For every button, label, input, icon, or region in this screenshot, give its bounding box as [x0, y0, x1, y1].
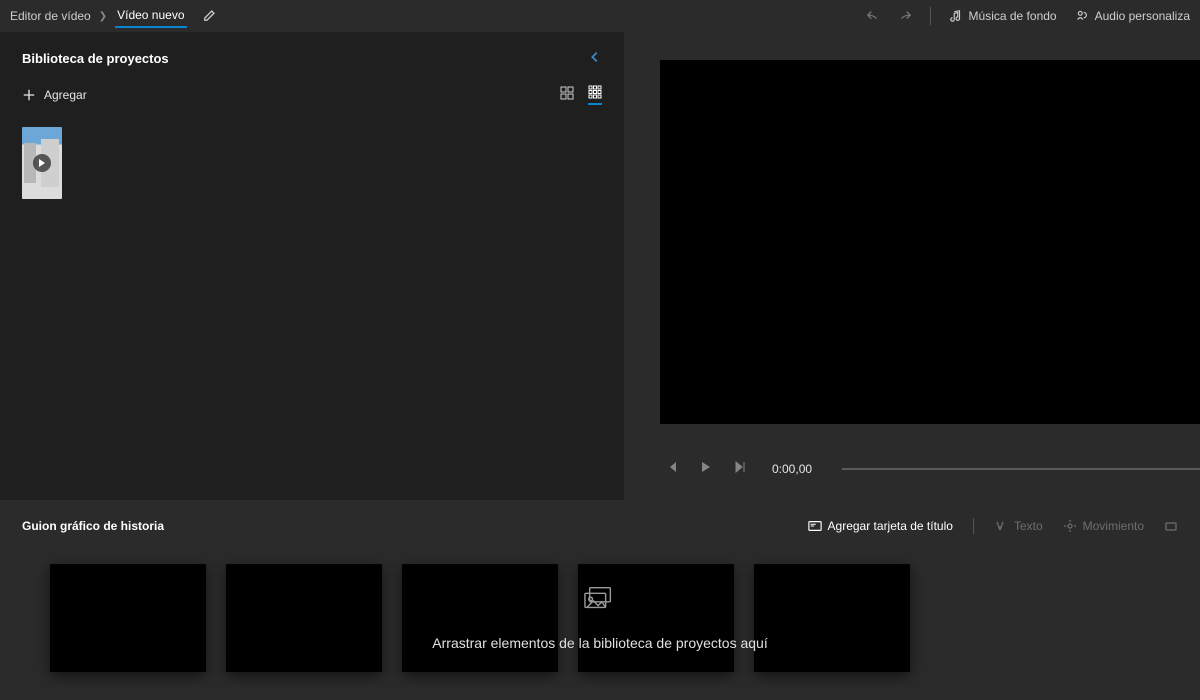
library-title: Biblioteca de proyectos: [22, 51, 169, 66]
storyboard-title: Guion gráfico de historia: [22, 519, 164, 533]
storyboard-strip[interactable]: Arrastrar elementos de la biblioteca de …: [22, 564, 1178, 672]
collapse-panel-button[interactable]: [588, 50, 602, 67]
add-media-button[interactable]: Agregar: [22, 88, 87, 102]
motion-tool-label: Movimiento: [1083, 519, 1144, 533]
play-button[interactable]: [700, 460, 712, 478]
separator: [930, 7, 931, 25]
preview-canvas[interactable]: [660, 60, 1200, 424]
text-tool-button[interactable]: Texto: [994, 519, 1043, 533]
topbar: Editor de vídeo ❯ Vídeo nuevo Música de …: [0, 0, 1200, 32]
seek-slider[interactable]: [842, 468, 1200, 470]
background-music-label: Música de fondo: [969, 9, 1057, 23]
preview-pane: 0:00,00: [624, 32, 1200, 500]
storyboard-panel: Guion gráfico de historia Agregar tarjet…: [0, 500, 1200, 700]
library-item[interactable]: [22, 127, 62, 199]
previous-frame-button[interactable]: [666, 460, 678, 478]
next-frame-button[interactable]: [734, 460, 746, 478]
custom-audio-label: Audio personaliza: [1095, 9, 1190, 23]
motion-tool-button[interactable]: Movimiento: [1063, 519, 1144, 533]
storyboard-slot[interactable]: [402, 564, 558, 672]
storyboard-slot[interactable]: [578, 564, 734, 672]
add-title-card-button[interactable]: Agregar tarjeta de título: [808, 519, 953, 533]
separator: [973, 518, 974, 534]
add-title-card-label: Agregar tarjeta de título: [828, 519, 953, 533]
view-small-grid-button[interactable]: [588, 85, 602, 105]
chevron-right-icon: ❯: [99, 11, 107, 22]
storyboard-slot[interactable]: [226, 564, 382, 672]
breadcrumb: Editor de vídeo ❯ Vídeo nuevo: [10, 4, 217, 28]
background-music-button[interactable]: Música de fondo: [949, 9, 1057, 23]
add-media-label: Agregar: [44, 88, 87, 102]
undo-button[interactable]: [866, 9, 880, 23]
pencil-icon[interactable]: [203, 8, 217, 25]
player-controls: 0:00,00: [660, 460, 1200, 478]
custom-audio-button[interactable]: Audio personaliza: [1075, 9, 1190, 23]
redo-button[interactable]: [898, 9, 912, 23]
breadcrumb-root[interactable]: Editor de vídeo: [10, 9, 91, 23]
project-library-panel: Biblioteca de proyectos Agregar: [0, 32, 624, 500]
play-overlay-icon: [33, 154, 51, 172]
storyboard-slot[interactable]: [754, 564, 910, 672]
text-tool-label: Texto: [1014, 519, 1043, 533]
breadcrumb-current[interactable]: Vídeo nuevo: [115, 4, 186, 28]
more-tool-button[interactable]: [1164, 519, 1178, 533]
library-items: [22, 127, 602, 199]
storyboard-slot[interactable]: [50, 564, 206, 672]
timecode: 0:00,00: [772, 462, 812, 476]
content-row: Biblioteca de proyectos Agregar: [0, 32, 1200, 500]
view-large-grid-button[interactable]: [560, 86, 574, 104]
